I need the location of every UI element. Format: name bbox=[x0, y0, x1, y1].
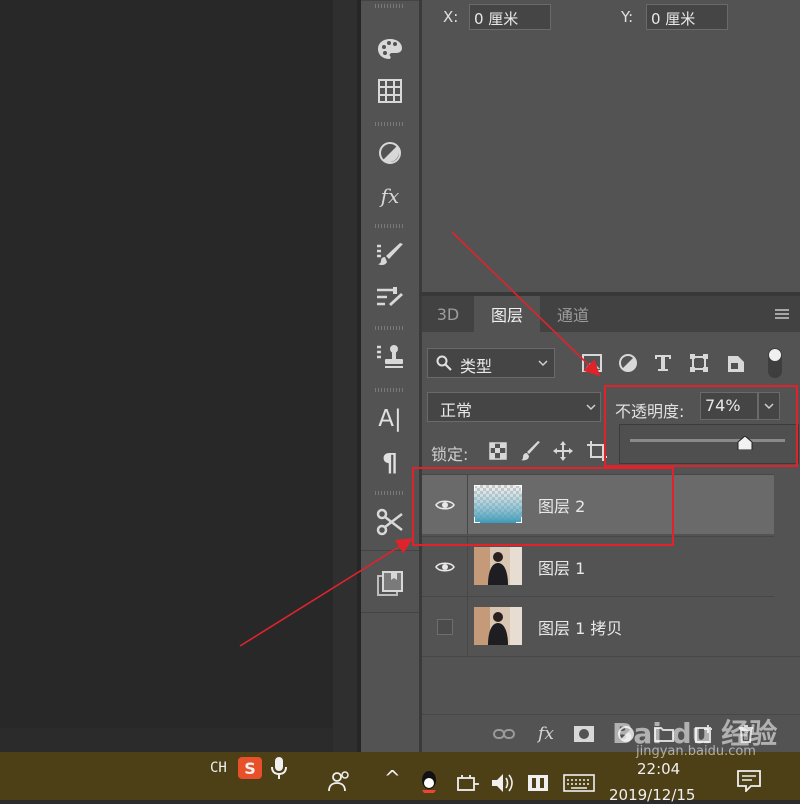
clone-source-icon[interactable] bbox=[370, 342, 410, 372]
filter-toggle-icon[interactable] bbox=[768, 348, 782, 378]
image-filter-icon[interactable] bbox=[580, 351, 604, 375]
ime-sogou-icon[interactable]: S bbox=[238, 757, 262, 779]
libraries-icon[interactable] bbox=[370, 569, 410, 599]
search-icon bbox=[436, 355, 452, 371]
notification-icon[interactable] bbox=[736, 770, 762, 792]
panel-icon-strip: fx A| ¶ bbox=[361, 0, 419, 752]
hidden-checkbox-icon bbox=[436, 619, 453, 635]
layer-thumbnail-photo bbox=[474, 547, 522, 585]
speaker-icon[interactable] bbox=[490, 772, 514, 794]
strip-grip[interactable] bbox=[375, 4, 405, 8]
lock-transparent-icon[interactable] bbox=[486, 439, 510, 463]
eye-icon bbox=[434, 562, 455, 572]
clock-date[interactable]: 2019/12/15 bbox=[609, 786, 695, 804]
qq-icon[interactable] bbox=[418, 770, 440, 794]
filter-kind-select[interactable]: 类型 bbox=[427, 348, 555, 378]
chevron-down-icon bbox=[586, 404, 596, 411]
brush-settings-icon[interactable] bbox=[370, 283, 410, 313]
filter-kind-label: 类型 bbox=[460, 357, 493, 376]
layer-highlight-box bbox=[412, 467, 674, 546]
tab-layers[interactable]: 图层 bbox=[474, 296, 540, 332]
blend-mode-select[interactable]: 正常 bbox=[427, 392, 601, 422]
properties-panel: X: 0 厘米 Y: 0 厘米 bbox=[419, 0, 800, 292]
paragraph-icon[interactable]: ¶ bbox=[370, 447, 410, 477]
color-swatches-icon[interactable] bbox=[370, 34, 410, 64]
power-plug-icon[interactable] bbox=[454, 774, 480, 792]
microphone-icon[interactable] bbox=[270, 756, 288, 780]
fx-styles-icon[interactable]: fx bbox=[370, 181, 410, 211]
fx-styles-label: fx bbox=[380, 184, 400, 208]
y-label: Y: bbox=[621, 8, 634, 26]
strip-grip[interactable] bbox=[375, 491, 405, 495]
strip-grip[interactable] bbox=[375, 122, 405, 126]
tab-3d[interactable]: 3D bbox=[422, 296, 474, 332]
panel-tabs: 3D 图层 通道 bbox=[422, 296, 800, 332]
canvas-scrollbar[interactable] bbox=[333, 0, 357, 752]
keyboard-icon[interactable] bbox=[563, 774, 595, 792]
grid-icon[interactable] bbox=[370, 76, 410, 106]
x-label: X: bbox=[443, 8, 459, 26]
link-layers-icon[interactable] bbox=[492, 723, 516, 745]
mask-icon[interactable] bbox=[572, 723, 596, 745]
layer-name[interactable]: 图层 1 bbox=[538, 555, 585, 579]
character-icon[interactable]: A| bbox=[370, 404, 410, 434]
type-filter-icon[interactable] bbox=[651, 351, 675, 375]
shape-filter-icon[interactable] bbox=[687, 351, 711, 375]
paragraph-label: ¶ bbox=[382, 447, 398, 477]
visibility-toggle[interactable] bbox=[422, 537, 468, 597]
windows-taskbar: CH S ^ 22:04 2019/12/15 bbox=[0, 752, 800, 804]
visibility-toggle[interactable] bbox=[422, 597, 468, 657]
layer-name[interactable]: 图层 1 拷贝 bbox=[538, 615, 622, 639]
language-indicator[interactable]: CH bbox=[210, 760, 227, 776]
strip-grip[interactable] bbox=[375, 224, 405, 228]
panel-menu-icon[interactable] bbox=[774, 306, 790, 320]
tool-presets-icon[interactable] bbox=[370, 507, 410, 537]
lock-label: 锁定: bbox=[431, 445, 469, 464]
chevron-down-icon bbox=[538, 360, 548, 367]
x-field[interactable]: 0 厘米 bbox=[469, 4, 551, 30]
show-hidden-icons-button[interactable]: ^ bbox=[384, 766, 401, 790]
watermark-url: jingyan.baidu.com bbox=[636, 744, 756, 759]
y-field[interactable]: 0 厘米 bbox=[646, 4, 728, 30]
lock-paint-icon[interactable] bbox=[519, 439, 543, 463]
document-canvas[interactable] bbox=[0, 0, 333, 728]
opacity-highlight-box bbox=[604, 385, 798, 467]
blend-mode-label: 正常 bbox=[440, 401, 473, 420]
adjustments-icon[interactable] bbox=[370, 138, 410, 168]
app-tray-icon[interactable] bbox=[527, 774, 549, 792]
people-icon[interactable] bbox=[327, 768, 353, 794]
brush-presets-icon[interactable] bbox=[370, 240, 410, 270]
character-label: A| bbox=[378, 406, 402, 432]
tab-channels[interactable]: 通道 bbox=[540, 296, 606, 332]
fx-icon[interactable]: fx bbox=[534, 723, 558, 745]
clock-time[interactable]: 22:04 bbox=[637, 760, 680, 778]
layer-row[interactable]: 图层 1 拷贝 bbox=[422, 596, 774, 657]
strip-grip[interactable] bbox=[375, 388, 405, 392]
adjustment-filter-icon[interactable] bbox=[616, 351, 640, 375]
smart-object-filter-icon[interactable] bbox=[724, 351, 748, 375]
lock-position-icon[interactable] bbox=[551, 439, 575, 463]
strip-grip[interactable] bbox=[375, 326, 405, 330]
layer-thumbnail-photo bbox=[474, 607, 522, 645]
